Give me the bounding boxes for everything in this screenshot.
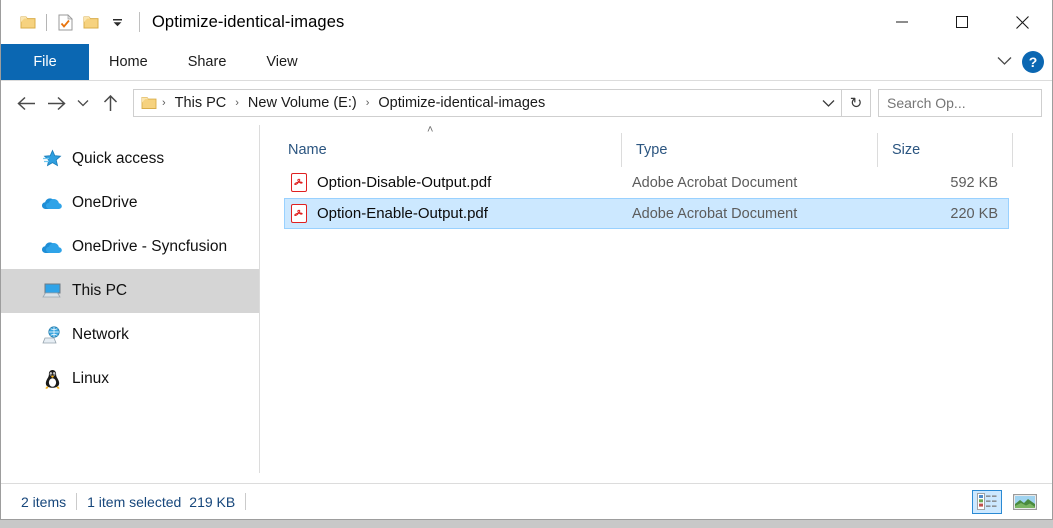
column-header-label: Name (288, 142, 327, 158)
address-dropdown-icon[interactable] (815, 99, 841, 108)
column-header-size[interactable]: Size (877, 133, 1012, 167)
back-button[interactable] (11, 88, 41, 118)
sidebar-item-label: This PC (72, 282, 127, 300)
sidebar-item-this-pc[interactable]: This PC (1, 269, 259, 313)
new-folder-icon[interactable] (78, 9, 104, 35)
status-divider (76, 493, 77, 510)
up-button[interactable] (95, 88, 125, 118)
file-list-pane: ˄ Name Type Size Op (260, 125, 1052, 473)
computer-icon (41, 280, 63, 302)
window-title: Optimize-identical-images (152, 13, 344, 32)
network-icon (41, 324, 63, 346)
sort-ascending-icon: ˄ (427, 124, 433, 136)
close-button[interactable] (992, 0, 1052, 44)
sidebar-item-label: Network (72, 326, 129, 344)
help-icon[interactable]: ? (1022, 51, 1044, 73)
file-name-cell: Option-Enable-Output.pdf (285, 204, 630, 223)
sidebar-item-onedrive[interactable]: OneDrive (1, 181, 259, 225)
view-mode-buttons (972, 490, 1040, 514)
file-type-cell: Adobe Acrobat Document (630, 206, 886, 222)
tab-file[interactable]: File (1, 44, 89, 80)
large-icons-view-button[interactable] (1010, 490, 1040, 514)
breadcrumb-item-new-volume[interactable]: New Volume (E:) (244, 95, 361, 111)
star-icon (41, 148, 63, 170)
file-name-label: Option-Disable-Output.pdf (317, 174, 491, 191)
forward-button[interactable] (41, 88, 71, 118)
minimize-button[interactable] (872, 0, 932, 44)
maximize-button[interactable] (932, 0, 992, 44)
table-row[interactable]: Option-Enable-Output.pdf Adobe Acrobat D… (284, 198, 1009, 229)
column-header-type[interactable]: Type (621, 133, 877, 167)
folder-icon[interactable] (15, 9, 41, 35)
breadcrumb-item-this-pc[interactable]: This PC (171, 95, 231, 111)
customize-quick-access-dropdown[interactable] (104, 9, 130, 35)
selection-size-label: 219 KB (189, 494, 235, 510)
sidebar-item-label: OneDrive - Syncfusion (72, 238, 227, 256)
tab-share[interactable]: Share (168, 44, 247, 80)
breadcrumb-separator[interactable]: › (230, 97, 244, 109)
pdf-icon (291, 173, 307, 192)
table-row[interactable]: Option-Disable-Output.pdf Adobe Acrobat … (284, 167, 1009, 198)
ribbon-right-controls: ? (997, 44, 1044, 80)
cloud-icon (41, 192, 63, 214)
item-count-label: 2 items (21, 494, 66, 510)
search-input[interactable] (879, 94, 1053, 112)
file-name-cell: Option-Disable-Output.pdf (285, 173, 630, 192)
title-bar: Optimize-identical-images (1, 0, 1052, 44)
details-view-button[interactable] (972, 490, 1002, 514)
quick-access-toolbar (1, 0, 130, 44)
column-header-row: ˄ Name Type Size (260, 125, 1052, 167)
title-divider (139, 12, 140, 32)
penguin-icon (41, 368, 63, 390)
status-bar: 2 items 1 item selected 219 KB (1, 483, 1052, 519)
main-area: Quick access OneDrive (1, 125, 1052, 473)
sidebar-item-network[interactable]: Network (1, 313, 259, 357)
chevron-down-icon[interactable] (997, 53, 1012, 71)
file-explorer-window: Optimize-identical-images File Home Shar… (0, 0, 1053, 520)
address-bar: › This PC › New Volume (E:) › Optimize-i… (1, 81, 1052, 125)
address-breadcrumb-box[interactable]: › This PC › New Volume (E:) › Optimize-i… (133, 89, 871, 117)
breadcrumb-item-current-folder[interactable]: Optimize-identical-images (374, 95, 549, 111)
ribbon-tab-bar: File Home Share View ? (1, 44, 1052, 81)
column-header-label: Type (636, 142, 667, 158)
status-info: 2 items 1 item selected 219 KB (1, 493, 256, 510)
column-header-name[interactable]: ˄ Name (260, 133, 621, 167)
cloud-icon (41, 236, 63, 258)
column-header-spacer (1012, 133, 1052, 167)
toolbar-divider (46, 14, 47, 31)
recent-locations-button[interactable] (71, 88, 95, 118)
sidebar-item-label: Quick access (72, 150, 164, 168)
pdf-icon (291, 204, 307, 223)
sidebar-item-label: Linux (72, 370, 109, 388)
file-type-cell: Adobe Acrobat Document (630, 175, 886, 191)
tab-home[interactable]: Home (89, 44, 168, 80)
breadcrumb-folder-icon (141, 96, 157, 110)
desktop-background (0, 520, 1053, 528)
sidebar-item-label: OneDrive (72, 194, 137, 212)
properties-icon[interactable] (52, 9, 78, 35)
navigation-pane: Quick access OneDrive (1, 125, 260, 473)
sidebar-item-quick-access[interactable]: Quick access (1, 137, 259, 181)
refresh-icon[interactable]: ↻ (841, 90, 870, 116)
column-header-label: Size (892, 142, 920, 158)
file-size-cell: 592 KB (886, 175, 1008, 191)
breadcrumb-separator[interactable]: › (361, 97, 375, 109)
sidebar-item-onedrive-syncfusion[interactable]: OneDrive - Syncfusion (1, 225, 259, 269)
breadcrumb: › This PC › New Volume (E:) › Optimize-i… (134, 95, 815, 111)
status-divider (245, 493, 246, 510)
file-size-cell: 220 KB (886, 206, 1008, 222)
file-name-label: Option-Enable-Output.pdf (317, 205, 488, 222)
breadcrumb-separator: › (157, 97, 171, 109)
window-controls (872, 0, 1052, 44)
tab-view[interactable]: View (246, 44, 317, 80)
selection-count-label: 1 item selected (87, 494, 181, 510)
search-box[interactable] (878, 89, 1042, 117)
sidebar-item-linux[interactable]: Linux (1, 357, 259, 401)
